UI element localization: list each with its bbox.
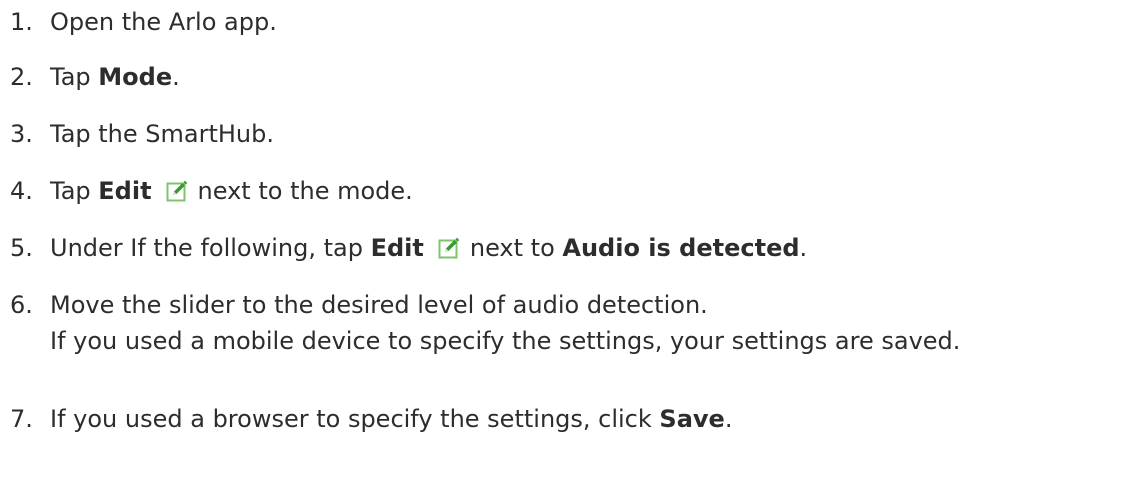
step-text: Open the Arlo app. bbox=[50, 8, 277, 36]
step-number: 1. bbox=[10, 8, 33, 36]
step-number: 7. bbox=[10, 405, 33, 433]
mode-label: Mode bbox=[98, 63, 173, 91]
step-text-end: . bbox=[172, 63, 180, 91]
step-number: 2. bbox=[10, 63, 33, 91]
step-text: Under If the following, tap bbox=[50, 234, 371, 262]
step-number: 3. bbox=[10, 120, 33, 148]
step-7: 7. If you used a browser to specify the s… bbox=[10, 401, 732, 437]
step-text: Tap bbox=[50, 177, 99, 205]
step-number: 6. bbox=[10, 291, 33, 319]
step-text-end: next to the mode. bbox=[197, 177, 413, 205]
step-5: 5. Under If the following, tap Edit next t… bbox=[10, 230, 807, 266]
step-text: Move the slider to the desired level of … bbox=[50, 291, 708, 319]
step-content: Tap Mode. bbox=[50, 59, 180, 95]
step-text: If you used a browser to specify the set… bbox=[50, 405, 660, 433]
step-text: Tap bbox=[50, 63, 99, 91]
step-number: 4. bbox=[10, 177, 33, 205]
step-text-mid: next to bbox=[469, 234, 563, 262]
step-content: Under If the following, tap Edit next to … bbox=[50, 230, 807, 266]
step-1: 1. Open the Arlo app. bbox=[10, 4, 277, 40]
step-6: 6. Move the slider to the desired level o… bbox=[10, 287, 960, 359]
edit-label: Edit bbox=[98, 177, 152, 205]
step-4: 4. Tap Edit next to the mode. bbox=[10, 173, 413, 209]
step-text: Tap the SmartHub. bbox=[50, 120, 274, 148]
step-content: Tap Edit next to the mode. bbox=[50, 173, 413, 209]
step-3: 3. Tap the SmartHub. bbox=[10, 116, 274, 152]
step-2: 2. Tap Mode. bbox=[10, 59, 180, 95]
step-text-end: . bbox=[724, 405, 733, 433]
edit-label: Edit bbox=[370, 234, 424, 262]
audio-detected-label: Audio is detected bbox=[562, 234, 800, 262]
step-note: If you used a mobile device to specify t… bbox=[50, 327, 961, 355]
step-content: Move the slider to the desired level of … bbox=[50, 287, 960, 359]
edit-pencil-icon bbox=[166, 180, 188, 202]
edit-pencil-icon bbox=[438, 237, 460, 259]
step-number: 5. bbox=[10, 234, 33, 262]
save-label: Save bbox=[659, 405, 725, 433]
step-text-end: . bbox=[799, 234, 808, 262]
step-content: If you used a browser to specify the set… bbox=[50, 401, 732, 437]
